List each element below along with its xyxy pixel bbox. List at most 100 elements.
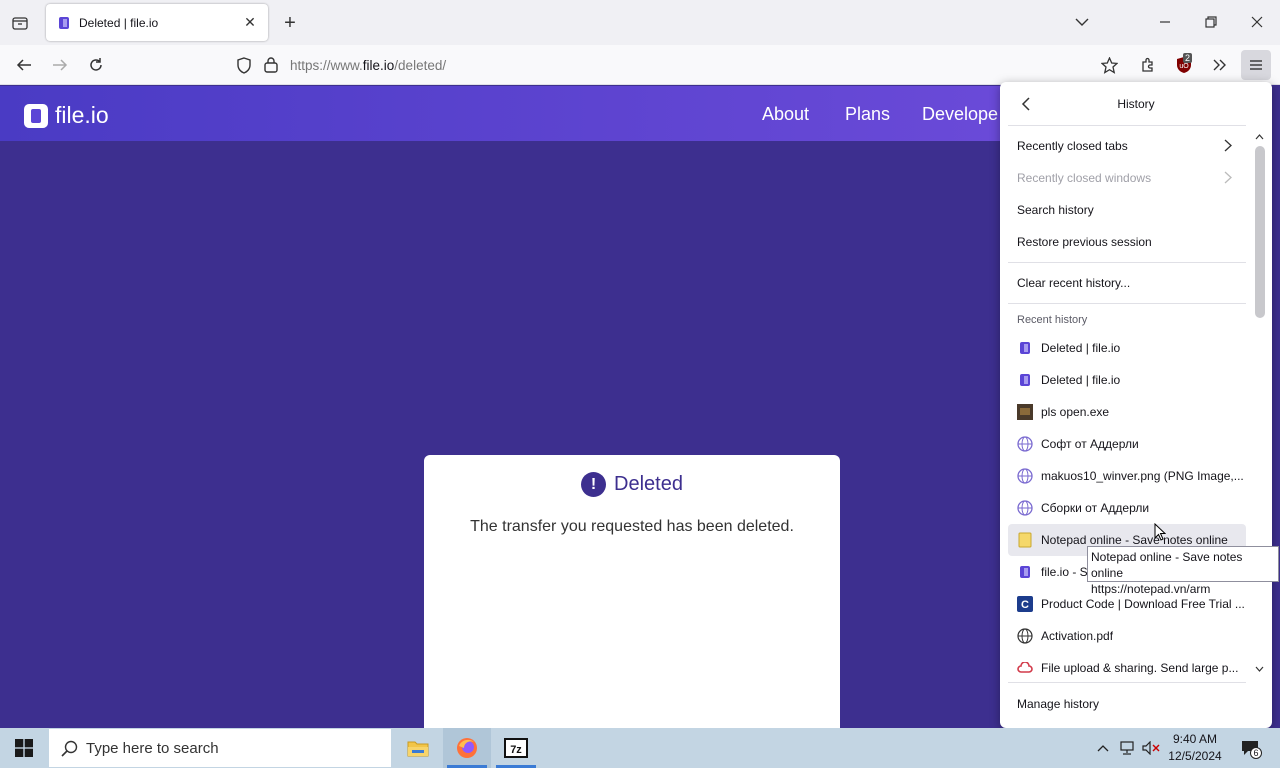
nav-link-plans[interactable]: Plans [845, 104, 890, 125]
forward-button[interactable] [45, 50, 75, 80]
nav-link-about[interactable]: About [762, 104, 809, 125]
system-clock[interactable]: 9:40 AM 12/5/2024 [1166, 731, 1224, 765]
firefox-icon [457, 738, 477, 758]
url-bar[interactable]: https://www.file.io/deleted/ [228, 50, 1128, 80]
arrow-right-icon [53, 59, 68, 71]
windows-taskbar: Type here to search 7z 9:40 AM 12/5/2024… [0, 728, 1280, 768]
history-tooltip: Notepad online - Save notes online https… [1087, 546, 1279, 596]
ublock-button[interactable]: uO 2 [1169, 50, 1199, 80]
fileio-icon [1017, 340, 1033, 356]
start-button[interactable] [0, 728, 48, 768]
site-header: file.io About Plans Develope [0, 86, 1000, 141]
history-item[interactable]: makuos10_winver.png (PNG Image,... [1008, 460, 1246, 492]
volume-muted-icon [1142, 741, 1160, 755]
chevron-right-icon [1224, 171, 1232, 184]
bookmark-star-button[interactable] [1094, 50, 1124, 80]
extensions-button[interactable] [1133, 50, 1163, 80]
scrollbar-thumb[interactable] [1255, 146, 1265, 318]
recently-closed-windows-item[interactable]: Recently closed windows [1008, 162, 1246, 194]
panel-title: History [1117, 97, 1155, 111]
navigation-toolbar: https://www.file.io/deleted/ uO 2 [0, 45, 1280, 85]
volume-tray-button[interactable] [1141, 738, 1161, 758]
arrow-left-icon [16, 59, 31, 71]
divider [1008, 303, 1246, 304]
overflow-menu-button[interactable] [1205, 50, 1235, 80]
close-window-button[interactable] [1237, 8, 1277, 36]
minimize-icon [1160, 21, 1170, 23]
history-item-label: Deleted | file.io [1041, 341, 1121, 355]
panel-back-button[interactable] [1014, 92, 1038, 116]
scroll-down-icon [1255, 666, 1264, 672]
deleted-card: ! Deleted The transfer you requested has… [424, 455, 840, 730]
menu-item-label: Recently closed windows [1017, 171, 1152, 185]
tab-strip: Deleted | file.io ✕ + [0, 0, 1280, 45]
history-panel: History Recently closed tabs Recently cl… [1000, 82, 1272, 728]
menu-item-label: Clear recent history... [1017, 276, 1131, 290]
history-item[interactable]: Софт от Аддерли [1008, 428, 1246, 460]
fileio-logo-icon [24, 103, 48, 128]
notepad-icon [1017, 532, 1033, 548]
lock-icon[interactable] [264, 56, 278, 73]
nav-link-developers[interactable]: Develope [922, 104, 998, 125]
extension-badge: 2 [1183, 53, 1193, 63]
puzzle-icon [1142, 57, 1153, 72]
restore-button[interactable] [1191, 8, 1231, 36]
history-item-label: Сборки от Аддерли [1041, 501, 1150, 515]
chevron-up-icon [1097, 745, 1109, 752]
tab-list-icon [12, 17, 28, 30]
history-item[interactable]: Deleted | file.io [1008, 364, 1246, 396]
search-history-item[interactable]: Search history [1008, 194, 1246, 226]
recent-history-label: Recent history [1017, 314, 1088, 326]
chevron-right-icon [1224, 139, 1232, 152]
card-message: The transfer you requested has been dele… [470, 518, 794, 535]
tab-title: Deleted | file.io [79, 15, 159, 30]
new-tab-button[interactable]: + [276, 10, 304, 36]
list-all-tabs-button[interactable] [1062, 8, 1102, 36]
shield-icon[interactable] [236, 57, 252, 74]
notification-count: 6 [1250, 747, 1262, 759]
svg-text:uO: uO [1179, 63, 1189, 70]
notifications-button[interactable]: 6 [1238, 738, 1262, 759]
clear-recent-history-item[interactable]: Clear recent history... [1008, 267, 1246, 299]
url-text: https://www.file.io/deleted/ [290, 57, 447, 73]
web-icon [1017, 500, 1033, 516]
clock-date: 12/5/2024 [1168, 749, 1222, 763]
svg-text:7z: 7z [510, 744, 522, 756]
history-item[interactable]: Activation.pdf [1008, 620, 1246, 652]
7zip-taskbar-button[interactable]: 7z [492, 728, 540, 768]
menu-item-label: Search history [1017, 203, 1094, 217]
history-item[interactable]: File upload & sharing. Send large p... [1008, 652, 1246, 684]
minimize-button[interactable] [1145, 8, 1185, 36]
history-item[interactable]: pls open.exe [1008, 396, 1246, 428]
tab-list-button[interactable] [6, 10, 34, 36]
show-hidden-icons-button[interactable] [1093, 738, 1113, 758]
clock-time: 9:40 AM [1172, 732, 1218, 746]
site-logo[interactable]: file.io [24, 102, 109, 129]
network-tray-button[interactable] [1117, 738, 1137, 758]
globe-icon [1017, 628, 1033, 644]
history-item-label: Deleted | file.io [1041, 373, 1121, 387]
menu-item-label: Recently closed tabs [1017, 139, 1128, 153]
manage-history-item[interactable]: Manage history [1008, 688, 1246, 720]
taskbar-search-box[interactable]: Type here to search [49, 729, 391, 767]
close-tab-icon[interactable]: ✕ [238, 11, 262, 35]
restore-session-item[interactable]: Restore previous session [1008, 226, 1246, 258]
app-menu-button[interactable] [1241, 50, 1271, 80]
history-item-label: Activation.pdf [1041, 629, 1114, 643]
history-item[interactable]: Deleted | file.io [1008, 332, 1246, 364]
reload-button[interactable] [81, 50, 111, 80]
divider [1008, 682, 1246, 683]
history-item[interactable]: Сборки от Аддерли [1008, 492, 1246, 524]
back-button[interactable] [9, 50, 39, 80]
restore-icon [1205, 16, 1217, 28]
recently-closed-tabs-item[interactable]: Recently closed tabs [1008, 130, 1246, 162]
fileio-favicon-icon [59, 16, 69, 29]
product-icon: C [1017, 596, 1033, 612]
image-thumb-icon [1017, 404, 1033, 420]
firefox-taskbar-button[interactable] [443, 728, 491, 768]
browser-tab[interactable]: Deleted | file.io ✕ [46, 4, 268, 41]
file-explorer-taskbar-button[interactable] [394, 728, 442, 768]
tooltip-url: https://notepad.vn/arm [1091, 582, 1211, 596]
fileio-icon [1017, 372, 1033, 388]
web-icon [1017, 436, 1033, 452]
